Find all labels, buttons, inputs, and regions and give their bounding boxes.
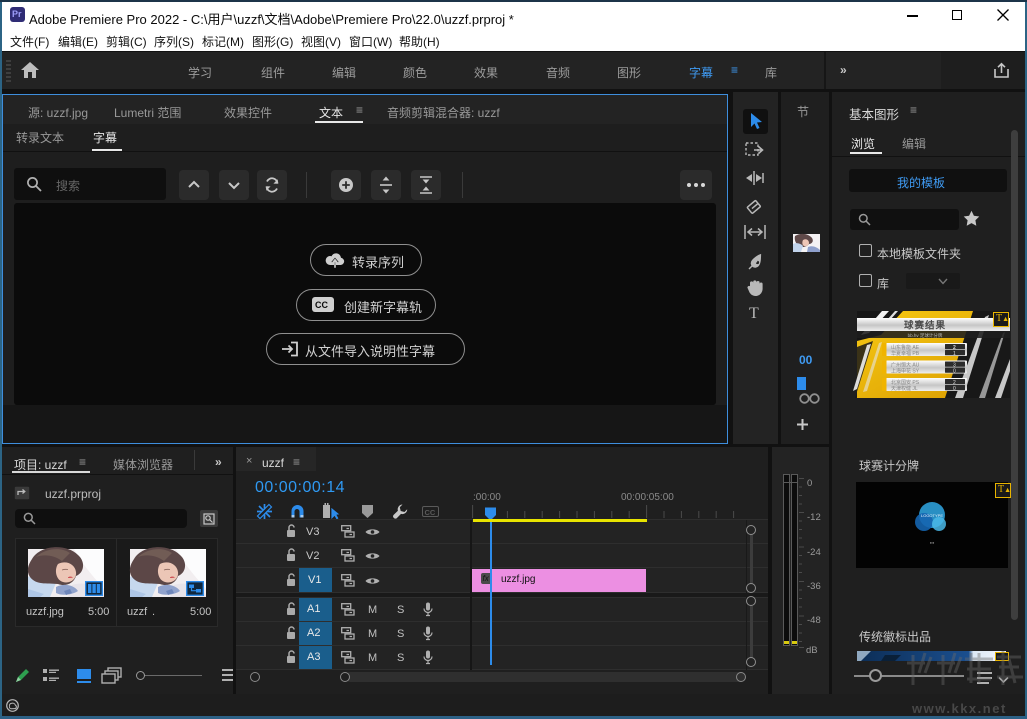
svg-text:山东鲁能 AE: 山东鲁能 AE — [891, 344, 920, 351]
svg-text:华夏幸福 PB: 华夏幸福 PB — [891, 350, 920, 357]
svg-text:广州恒大 AU: 广州恒大 AU — [891, 361, 920, 368]
svg-text:球赛结果: 球赛结果 — [904, 320, 946, 332]
svg-text:2: 2 — [953, 345, 956, 351]
svg-text:天津权健 JL: 天津权健 JL — [891, 385, 918, 392]
svg-text:上海申花 SY: 上海申花 SY — [891, 368, 920, 375]
svg-text:3: 3 — [953, 362, 956, 368]
svg-text:bb.hv 足球计分牌: bb.hv 足球计分牌 — [908, 332, 943, 339]
svg-text:2: 2 — [953, 380, 956, 386]
svg-text:1: 1 — [953, 351, 956, 357]
svg-text:●●: ●● — [930, 540, 935, 545]
svg-text:0: 0 — [953, 369, 956, 375]
svg-text:北京国安 PS: 北京国安 PS — [891, 379, 920, 386]
svg-text:0: 0 — [953, 386, 956, 392]
svg-text:LOGOTYPE: LOGOTYPE — [921, 513, 943, 518]
